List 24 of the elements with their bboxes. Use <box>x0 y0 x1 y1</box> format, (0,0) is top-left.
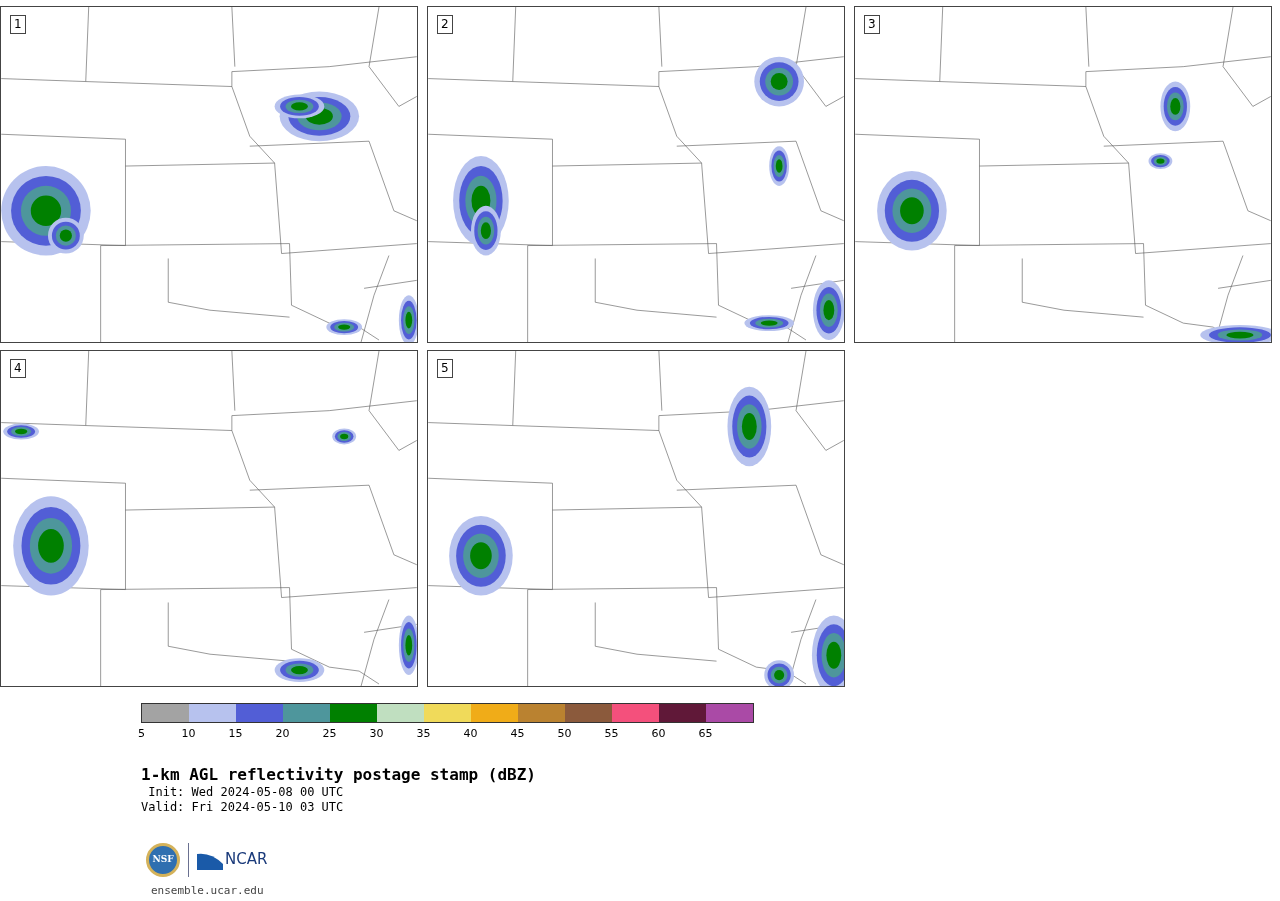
tick-label: 5 <box>138 726 145 742</box>
tick-label: 40 <box>463 726 478 742</box>
tick-label: 60 <box>651 726 666 742</box>
tick-label: 50 <box>557 726 572 742</box>
tick-label: 35 <box>416 726 431 742</box>
nsf-logo: NSF <box>146 842 180 877</box>
panel-number: 2 <box>437 15 453 34</box>
valid-time: Valid: Fri 2024-05-10 03 UTC <box>141 799 344 815</box>
tick-label: 15 <box>228 726 243 742</box>
panel-number: 1 <box>10 15 26 34</box>
panel-number: 4 <box>10 359 26 378</box>
tick-label: 20 <box>275 726 290 742</box>
tick-label: 10 <box>181 726 196 742</box>
site-url: ensemble.ucar.edu <box>151 883 264 897</box>
tick-label: 65 <box>698 726 713 742</box>
init-time: Init: Wed 2024-05-08 00 UTC <box>147 784 344 800</box>
chart-title: 1-km AGL reflectivity postage stamp (dBZ) <box>141 764 536 785</box>
ncar-logo: NCAR <box>197 848 268 871</box>
panel-number: 5 <box>437 359 453 378</box>
tick-label: 30 <box>369 726 384 742</box>
tick-label: 25 <box>322 726 337 742</box>
panel-number: 3 <box>864 15 880 34</box>
tick-label: 55 <box>604 726 619 742</box>
tick-label: 45 <box>510 726 525 742</box>
